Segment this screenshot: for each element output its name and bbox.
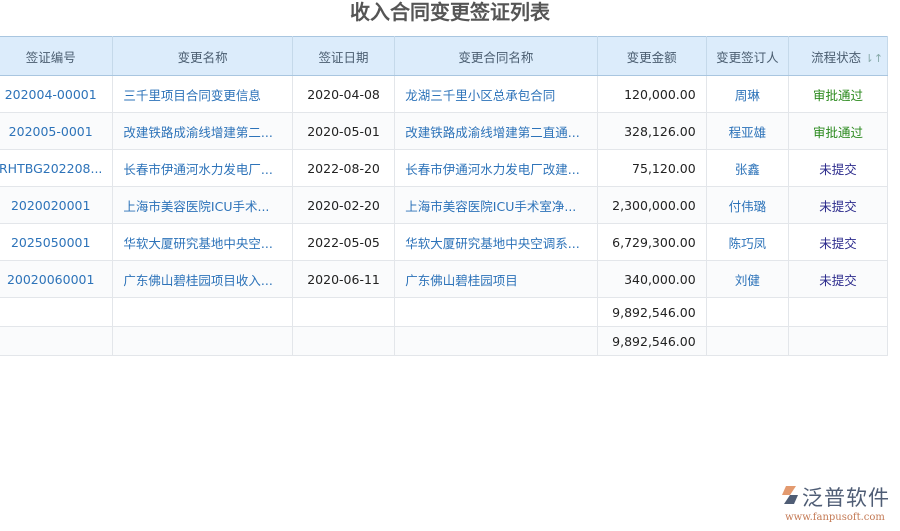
logo: 泛普软件 www.fanpusoft.com	[780, 482, 890, 523]
empty-cell	[112, 326, 293, 356]
cell-no[interactable]: 20020060001	[0, 260, 114, 298]
empty-cell	[705, 297, 790, 327]
total-row: 9,892,546.00	[0, 326, 888, 356]
column-header[interactable]: 变更合同名称	[394, 36, 598, 76]
cell-name[interactable]: 三千里项目合同变更信息	[112, 75, 293, 113]
empty-cell	[788, 326, 888, 356]
total-amount: 9,892,546.00	[596, 297, 707, 327]
cell-status: 审批通过	[788, 75, 888, 113]
empty-cell	[112, 297, 293, 327]
column-header[interactable]: 变更名称	[112, 36, 293, 76]
empty-cell	[291, 297, 396, 327]
total-row: 9,892,546.00	[0, 297, 888, 327]
column-header[interactable]: 流程状态 ⇂↑	[788, 36, 888, 76]
data-table: 签证编号 变更名称 签证日期 变更合同名称 变更金额 变更签订人 流程状态 ⇂↑ 20200…	[0, 36, 888, 356]
cell-date: 2020-05-01	[291, 112, 396, 150]
cell-date: 2020-06-11	[291, 260, 396, 298]
cell-date: 2022-08-20	[291, 149, 396, 187]
empty-cell	[394, 326, 598, 356]
cell-no[interactable]: RHTBG202208...	[0, 149, 114, 187]
cell-date: 2020-04-08	[291, 75, 396, 113]
cell-contract[interactable]: 广东佛山碧桂园项目	[394, 260, 598, 298]
cell-name[interactable]: 长春市伊通河水力发电厂...	[112, 149, 293, 187]
cell-date: 2020-02-20	[291, 186, 396, 224]
cell-name[interactable]: 广东佛山碧桂园项目收入...	[112, 260, 293, 298]
page-title: 收入合同变更签证列表	[350, 0, 550, 24]
empty-cell	[788, 297, 888, 327]
empty-cell	[705, 326, 790, 356]
cell-status: 审批通过	[788, 112, 888, 150]
table-row[interactable]: RHTBG202208... 长春市伊通河水力发电厂... 2022-08-20 长春…	[0, 149, 888, 187]
cell-signer: 陈巧凤	[705, 223, 790, 261]
cell-signer: 付伟璐	[705, 186, 790, 224]
column-header[interactable]: 签证编号	[0, 36, 114, 76]
empty-cell	[291, 326, 396, 356]
cell-amount: 6,729,300.00	[596, 223, 707, 261]
cell-amount: 2,300,000.00	[596, 186, 707, 224]
cell-name[interactable]: 上海市美容医院ICU手术...	[112, 186, 293, 224]
cell-no[interactable]: 202004-00001	[0, 75, 114, 113]
column-header[interactable]: 签证日期	[291, 36, 396, 76]
sort-icon[interactable]: ⇂↑	[861, 52, 883, 65]
cell-date: 2022-05-05	[291, 223, 396, 261]
cell-contract[interactable]: 改建铁路成渝线增建第二直通...	[394, 112, 598, 150]
table-row[interactable]: 202004-00001 三千里项目合同变更信息 2020-04-08 龙湖三千里小区…	[0, 75, 888, 113]
cell-amount: 328,126.00	[596, 112, 707, 150]
cell-status: 未提交	[788, 260, 888, 298]
cell-signer: 周琳	[705, 75, 790, 113]
cell-contract[interactable]: 上海市美容医院ICU手术室净...	[394, 186, 598, 224]
cell-no[interactable]: 2025050001	[0, 223, 114, 261]
empty-cell	[394, 297, 598, 327]
cell-amount: 340,000.00	[596, 260, 707, 298]
cell-amount: 120,000.00	[596, 75, 707, 113]
logo-icon	[782, 486, 798, 504]
total-amount: 9,892,546.00	[596, 326, 707, 356]
table-row[interactable]: 2025050001 华软大厦研究基地中央空... 2022-05-05 华软大厦研究…	[0, 223, 888, 261]
table-row[interactable]: 20020060001 广东佛山碧桂园项目收入... 2020-06-11 广东佛山碧…	[0, 260, 888, 298]
cell-contract[interactable]: 长春市伊通河水力发电厂改建...	[394, 149, 598, 187]
cell-amount: 75,120.00	[596, 149, 707, 187]
cell-no[interactable]: 202005-0001	[0, 112, 114, 150]
cell-signer: 程亚雄	[705, 112, 790, 150]
cell-no[interactable]: 2020020001	[0, 186, 114, 224]
column-header[interactable]: 变更金额	[596, 36, 707, 76]
table-row[interactable]: 202005-0001 改建铁路成渝线增建第二... 2020-05-01 改建铁路成…	[0, 112, 888, 150]
empty-cell	[0, 326, 114, 356]
cell-status: 未提交	[788, 186, 888, 224]
cell-status: 未提交	[788, 149, 888, 187]
cell-status: 未提交	[788, 223, 888, 261]
cell-signer: 张鑫	[705, 149, 790, 187]
column-header[interactable]: 变更签订人	[705, 36, 790, 76]
cell-contract[interactable]: 华软大厦研究基地中央空调系...	[394, 223, 598, 261]
cell-contract[interactable]: 龙湖三千里小区总承包合同	[394, 75, 598, 113]
table-row[interactable]: 2020020001 上海市美容医院ICU手术... 2020-02-20 上海市美容…	[0, 186, 888, 224]
cell-name[interactable]: 华软大厦研究基地中央空...	[112, 223, 293, 261]
empty-cell	[0, 297, 114, 327]
cell-signer: 刘健	[705, 260, 790, 298]
cell-name[interactable]: 改建铁路成渝线增建第二...	[112, 112, 293, 150]
